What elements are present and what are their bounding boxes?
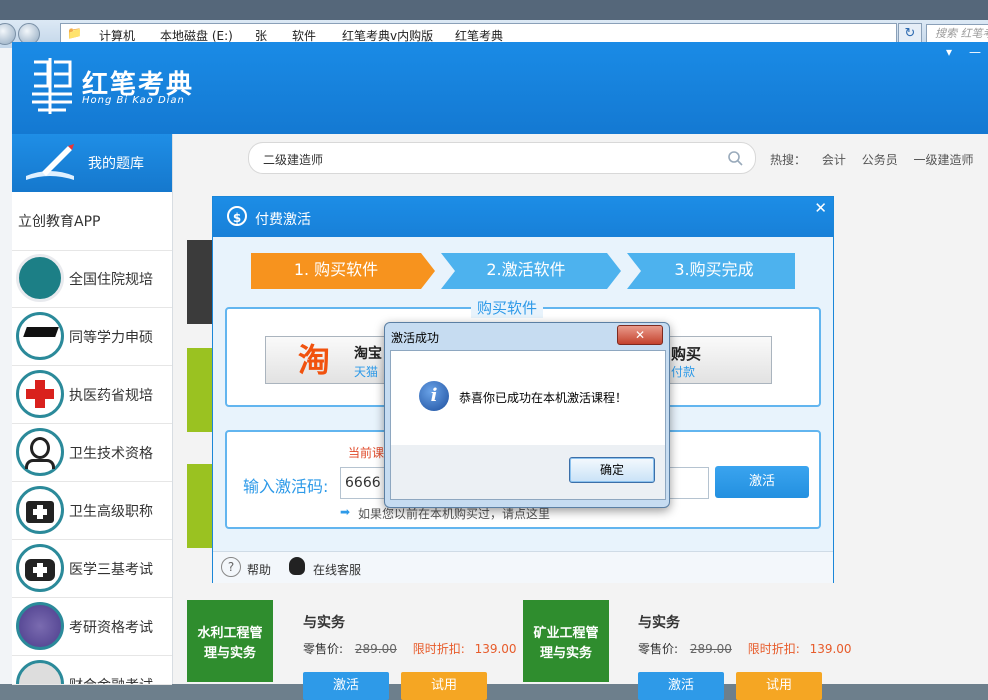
course-search-input[interactable]: 二级建造师 xyxy=(248,142,756,174)
logo-icon xyxy=(32,58,72,114)
folder-icon: 📁 xyxy=(67,26,82,40)
medical-bag-icon xyxy=(16,544,64,592)
sidebar-item-senior-title[interactable]: 卫生高级职称 xyxy=(12,482,172,540)
sale-label: 限时折扣: xyxy=(747,642,800,656)
qq-penguin-icon xyxy=(289,557,305,575)
payment-dialog-header: $ 付费激活 ✕ xyxy=(213,197,833,237)
price-row: 零售价: 289.00 限时折扣: 139.00 xyxy=(303,640,517,657)
graduation-cap-icon xyxy=(16,312,64,360)
step-activate: 2.激活软件 xyxy=(486,260,566,279)
online-service-link[interactable]: 在线客服 xyxy=(313,561,361,578)
sidebar-item-health-tech[interactable]: 卫生技术资格 xyxy=(12,424,172,482)
doctor-icon xyxy=(16,254,64,302)
course-card-mining[interactable]: 矿业工程管理与实务 xyxy=(523,600,609,682)
sidebar-item-basic-med[interactable]: 医学三基考试 xyxy=(12,540,172,598)
message-dialog-body: i 恭喜你已成功在本机激活课程！ xyxy=(390,350,666,447)
taobao-name: 淘宝 xyxy=(354,346,382,362)
message-dialog-title: 激活成功 xyxy=(391,331,440,345)
sale-label: 限时折扣: xyxy=(412,642,465,656)
trial-button[interactable]: 试用 xyxy=(401,672,487,700)
activate-button[interactable]: 激活 xyxy=(303,672,389,700)
my-question-bank-tab[interactable]: 我的题库 xyxy=(12,134,172,192)
trial-button[interactable]: 试用 xyxy=(736,672,822,700)
step-complete: 3.购买完成 xyxy=(674,260,754,279)
hot-searches: 热搜： 会计 公务员 一级建造师 xyxy=(770,151,986,168)
sidebar-item-label: 医学三基考试 xyxy=(69,562,153,578)
taobao-icon: 淘 xyxy=(298,341,331,379)
help-icon[interactable]: ? xyxy=(221,557,241,577)
activation-code-label: 输入激活码: xyxy=(243,477,329,496)
close-icon[interactable]: ✕ xyxy=(814,199,827,217)
hot-label: 热搜： xyxy=(770,153,807,167)
sidebar-item-residency[interactable]: 全国住院规培 xyxy=(12,250,172,308)
arrow-right-icon: ➡ xyxy=(340,505,351,519)
price-row: 零售价: 289.00 限时折扣: 139.00 xyxy=(638,640,852,657)
dollar-icon: $ xyxy=(227,206,247,226)
alipay-sub: 付款 xyxy=(671,365,696,379)
step-buy: 1. 购买软件 xyxy=(293,260,379,279)
activation-success-dialog: 激活成功 ✕ i 恭喜你已成功在本机激活课程！ 确定 xyxy=(384,322,670,508)
sidebar-item-label: 全国住院规培 xyxy=(69,272,153,288)
alipay-button[interactable]: 购买 付款 xyxy=(666,336,772,384)
course-title: 与实务 xyxy=(303,615,345,631)
retail-label: 零售价: xyxy=(638,642,679,656)
hot-term[interactable]: 一级建造师 xyxy=(914,153,974,167)
course-card-label: 矿业工程管理与实务 xyxy=(533,626,599,661)
sidebar-item-degree[interactable]: 同等学力申硕 xyxy=(12,308,172,366)
window-controls: ▾ — xyxy=(936,42,988,64)
calculator-icon xyxy=(16,660,64,684)
activate-button[interactable]: 激活 xyxy=(715,466,809,498)
course-card-label: 水利工程管理与实务 xyxy=(197,626,263,661)
help-link[interactable]: 帮助 xyxy=(247,561,271,578)
course-card-water[interactable]: 水利工程管理与实务 xyxy=(187,600,273,682)
sidebar-item-label: 执医药省规培 xyxy=(69,388,153,404)
sidebar-item-label: 立创教育APP xyxy=(18,214,101,230)
logo-subtitle: Hong Bi Kao Dian xyxy=(82,95,185,106)
alipay-name: 购买 xyxy=(671,345,702,363)
minimize-icon[interactable]: — xyxy=(962,42,988,62)
current-course-label: 当前课 xyxy=(348,446,385,460)
message-text: 恭喜你已成功在本机激活课程！ xyxy=(459,391,628,405)
my-question-bank-label: 我的题库 xyxy=(88,156,144,172)
sidebar: 我的题库 立创教育APP 全国住院规培 同等学力申硕 执医药省规培 卫生技术资格… xyxy=(12,134,173,685)
sale-price: 139.00 xyxy=(809,642,852,656)
sidebar-item-label: 同等学力申硕 xyxy=(69,330,153,346)
hot-term[interactable]: 公务员 xyxy=(862,153,898,167)
sidebar-item-physician[interactable]: 执医药省规培 xyxy=(12,366,172,424)
sidebar-item-app[interactable]: 立创教育APP xyxy=(12,192,172,251)
app-header: 红笔考典 Hong Bi Kao Dian ▾ — xyxy=(12,42,988,134)
sidebar-item-postgrad[interactable]: 考研资格考试 xyxy=(12,598,172,656)
red-cross-icon xyxy=(16,370,64,418)
info-icon: i xyxy=(419,381,449,411)
ok-button[interactable]: 确定 xyxy=(569,457,655,483)
book-pen-icon xyxy=(26,144,74,180)
sidebar-item-label: 卫生技术资格 xyxy=(69,446,153,462)
desktop-top xyxy=(0,0,988,20)
close-icon[interactable]: ✕ xyxy=(617,325,663,345)
taobao-sub: 天猫 xyxy=(354,365,379,379)
course-title: 与实务 xyxy=(638,615,680,631)
activate-button[interactable]: 激活 xyxy=(638,672,724,700)
hot-term[interactable]: 会计 xyxy=(822,153,846,167)
payment-dialog-footer: ? 帮助 在线客服 xyxy=(213,551,833,583)
retail-price: 289.00 xyxy=(689,642,732,656)
message-dialog-footer: 确定 xyxy=(390,445,666,500)
payment-dialog-title: 付费激活 xyxy=(255,212,311,228)
search-value: 二级建造师 xyxy=(263,153,324,167)
activation-code-input-tail[interactable] xyxy=(667,467,709,499)
nurse-icon xyxy=(16,428,64,476)
sidebar-item-label: 考研资格考试 xyxy=(69,620,153,636)
sidebar-item-label: 卫生高级职称 xyxy=(69,504,153,520)
dropdown-icon[interactable]: ▾ xyxy=(936,42,962,62)
virus-icon xyxy=(16,602,64,650)
medical-kit-icon xyxy=(16,486,64,534)
sale-price: 139.00 xyxy=(474,642,517,656)
explorer-search-input[interactable]: 搜索 红笔考典 xyxy=(926,24,988,44)
sidebar-item-finance[interactable]: 财会金融考试 xyxy=(12,656,172,685)
retail-price: 289.00 xyxy=(354,642,397,656)
buy-section-title: 购买软件 xyxy=(471,297,544,318)
search-icon[interactable] xyxy=(727,150,743,166)
retail-label: 零售价: xyxy=(303,642,344,656)
